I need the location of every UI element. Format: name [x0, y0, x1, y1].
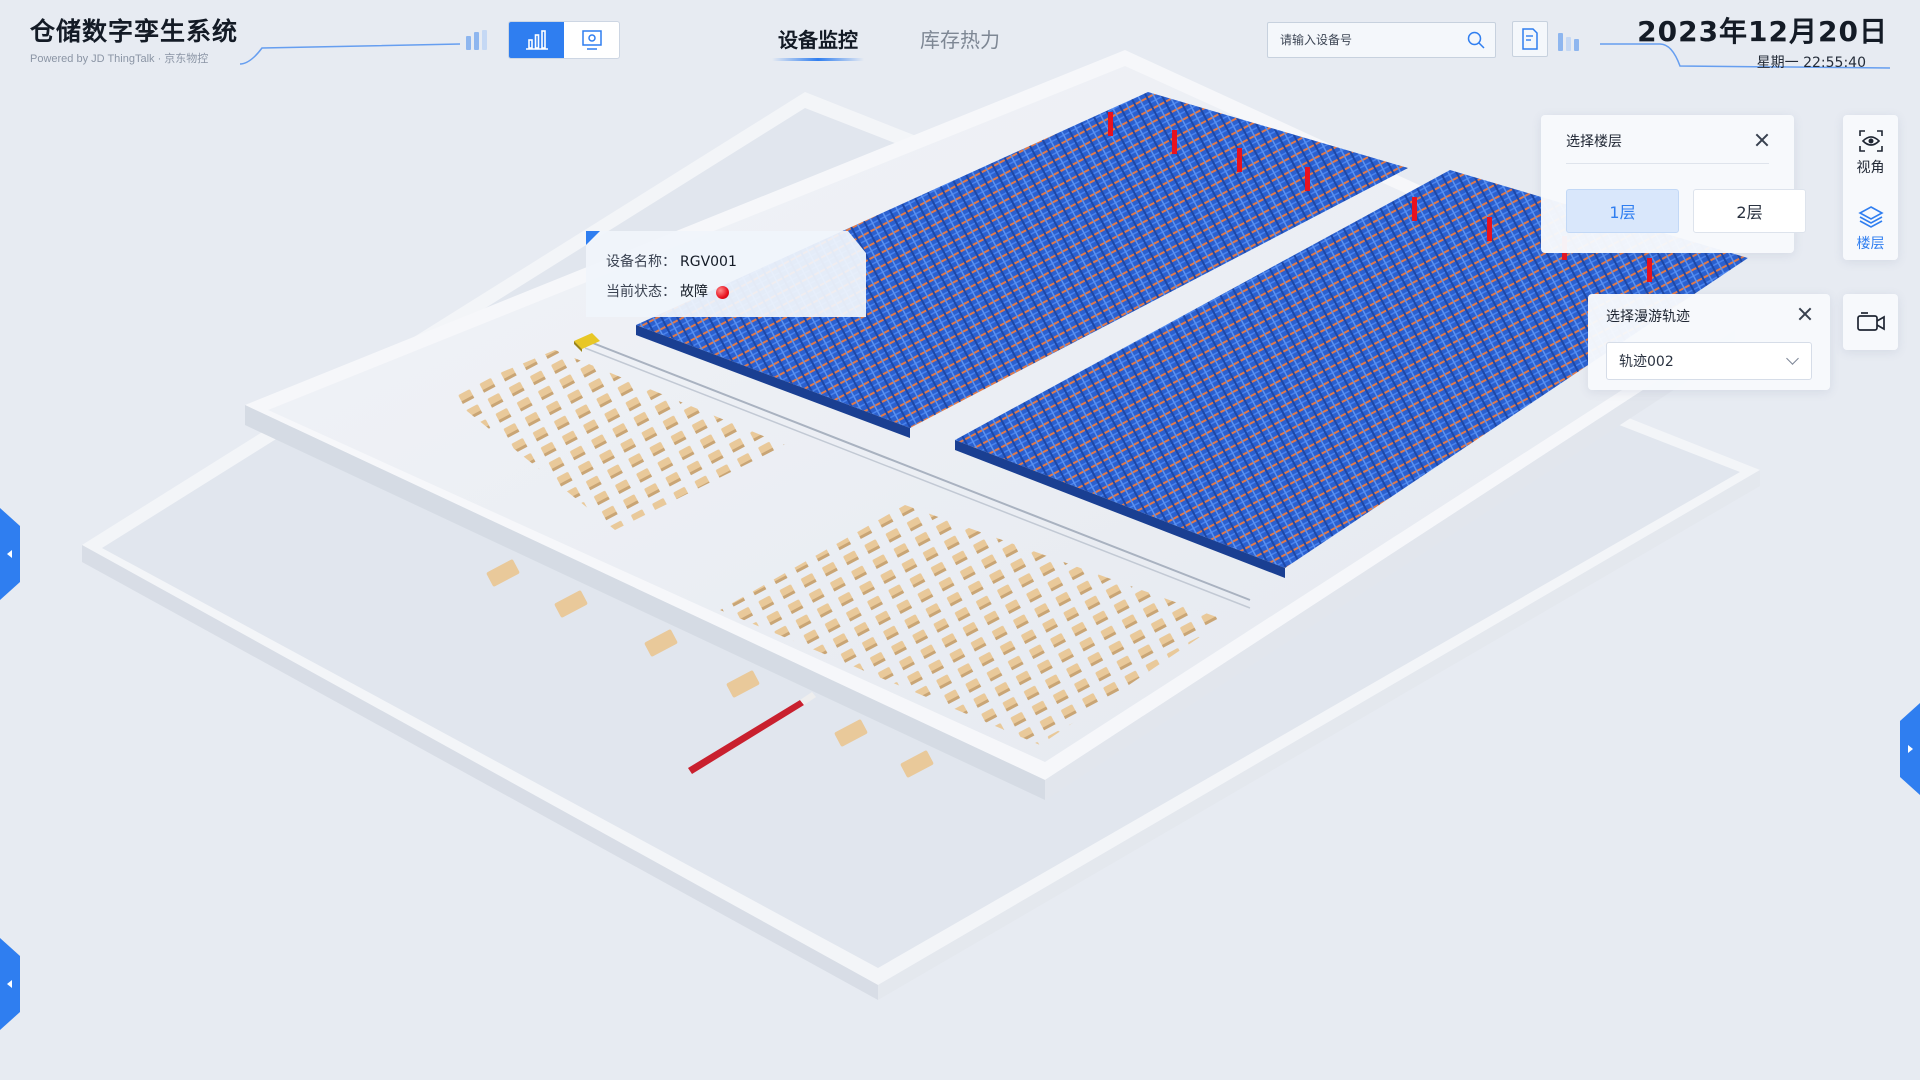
search-box	[1267, 22, 1496, 58]
layers-button[interactable]: 楼层	[1843, 205, 1898, 253]
layers-label: 楼层	[1856, 236, 1885, 252]
header-decor-line-left	[240, 43, 460, 65]
floor-panel-title: 选择楼层	[1566, 134, 1622, 150]
signal-bars-icon-right	[1558, 33, 1579, 51]
left-panel-toggle-bottom[interactable]	[0, 938, 22, 1030]
tab-device-monitor[interactable]: 设备监控	[772, 24, 864, 61]
camera-icon	[1856, 312, 1885, 331]
close-icon[interactable]	[1755, 133, 1769, 147]
document-help-button[interactable]	[1512, 21, 1548, 57]
side-toolbar: 视角 楼层	[1843, 115, 1898, 260]
card-corner-marker	[586, 231, 600, 245]
view-angle-button[interactable]: 视角	[1843, 129, 1898, 177]
chevron-down-icon	[1786, 352, 1799, 365]
screen-settings-button[interactable]	[564, 22, 619, 58]
track-select[interactable]: 轨迹002	[1606, 342, 1812, 380]
camera-button[interactable]	[1843, 294, 1898, 350]
device-info-card: 设备名称： RGV001 当前状态： 故障	[586, 231, 866, 317]
view-angle-icon	[1858, 130, 1883, 152]
bar-chart-icon	[525, 30, 548, 50]
date-text: 2023年12月20日	[1637, 15, 1888, 48]
track-panel-title: 选择漫游轨迹	[1606, 309, 1690, 325]
floor-select-panel: 选择楼层 1层 2层	[1541, 115, 1806, 253]
track-select-panel: 选择漫游轨迹 轨迹002	[1588, 294, 1830, 390]
view-angle-label: 视角	[1856, 160, 1885, 176]
floor-1-button[interactable]: 1层	[1566, 189, 1679, 233]
datetime: 2023年12月20日 星期一 22:55:40	[1637, 10, 1888, 72]
device-status-label: 当前状态：	[606, 284, 676, 300]
device-status-value: 故障	[680, 284, 708, 300]
tab-inventory-heatmap[interactable]: 库存热力	[920, 24, 1000, 61]
device-name-label: 设备名称：	[606, 254, 676, 270]
device-name-value: RGV001	[680, 254, 737, 270]
view-toolbar	[508, 21, 620, 59]
search-input[interactable]	[1278, 32, 1462, 48]
app-subtitle: Powered by JD ThingTalk · 京东物控	[30, 53, 209, 65]
search-icon[interactable]	[1467, 31, 1485, 49]
close-icon[interactable]	[1798, 307, 1812, 321]
divider	[1566, 163, 1769, 164]
device-status-row: 当前状态： 故障	[606, 281, 729, 301]
floor-2-button[interactable]: 2层	[1693, 189, 1806, 233]
signal-bars-icon	[466, 30, 487, 50]
screen-settings-icon	[581, 30, 602, 50]
brand: 仓储数字孪生系统 Powered by JD ThingTalk · 京东物控	[30, 12, 238, 66]
app-title: 仓储数字孪生系统	[30, 17, 239, 46]
layers-icon	[1857, 206, 1884, 228]
right-panel-toggle[interactable]	[1898, 703, 1920, 795]
main-tabs: 设备监控 库存热力	[772, 24, 1000, 61]
weekday-time-text: 星期一 22:55:40	[1756, 55, 1866, 71]
left-panel-toggle-top[interactable]	[0, 508, 22, 600]
fault-status-dot	[716, 285, 729, 299]
bar-chart-button[interactable]	[509, 22, 564, 58]
device-name-row: 设备名称： RGV001	[606, 251, 737, 271]
document-help-icon	[1522, 28, 1538, 50]
track-select-value: 轨迹002	[1619, 354, 1674, 370]
